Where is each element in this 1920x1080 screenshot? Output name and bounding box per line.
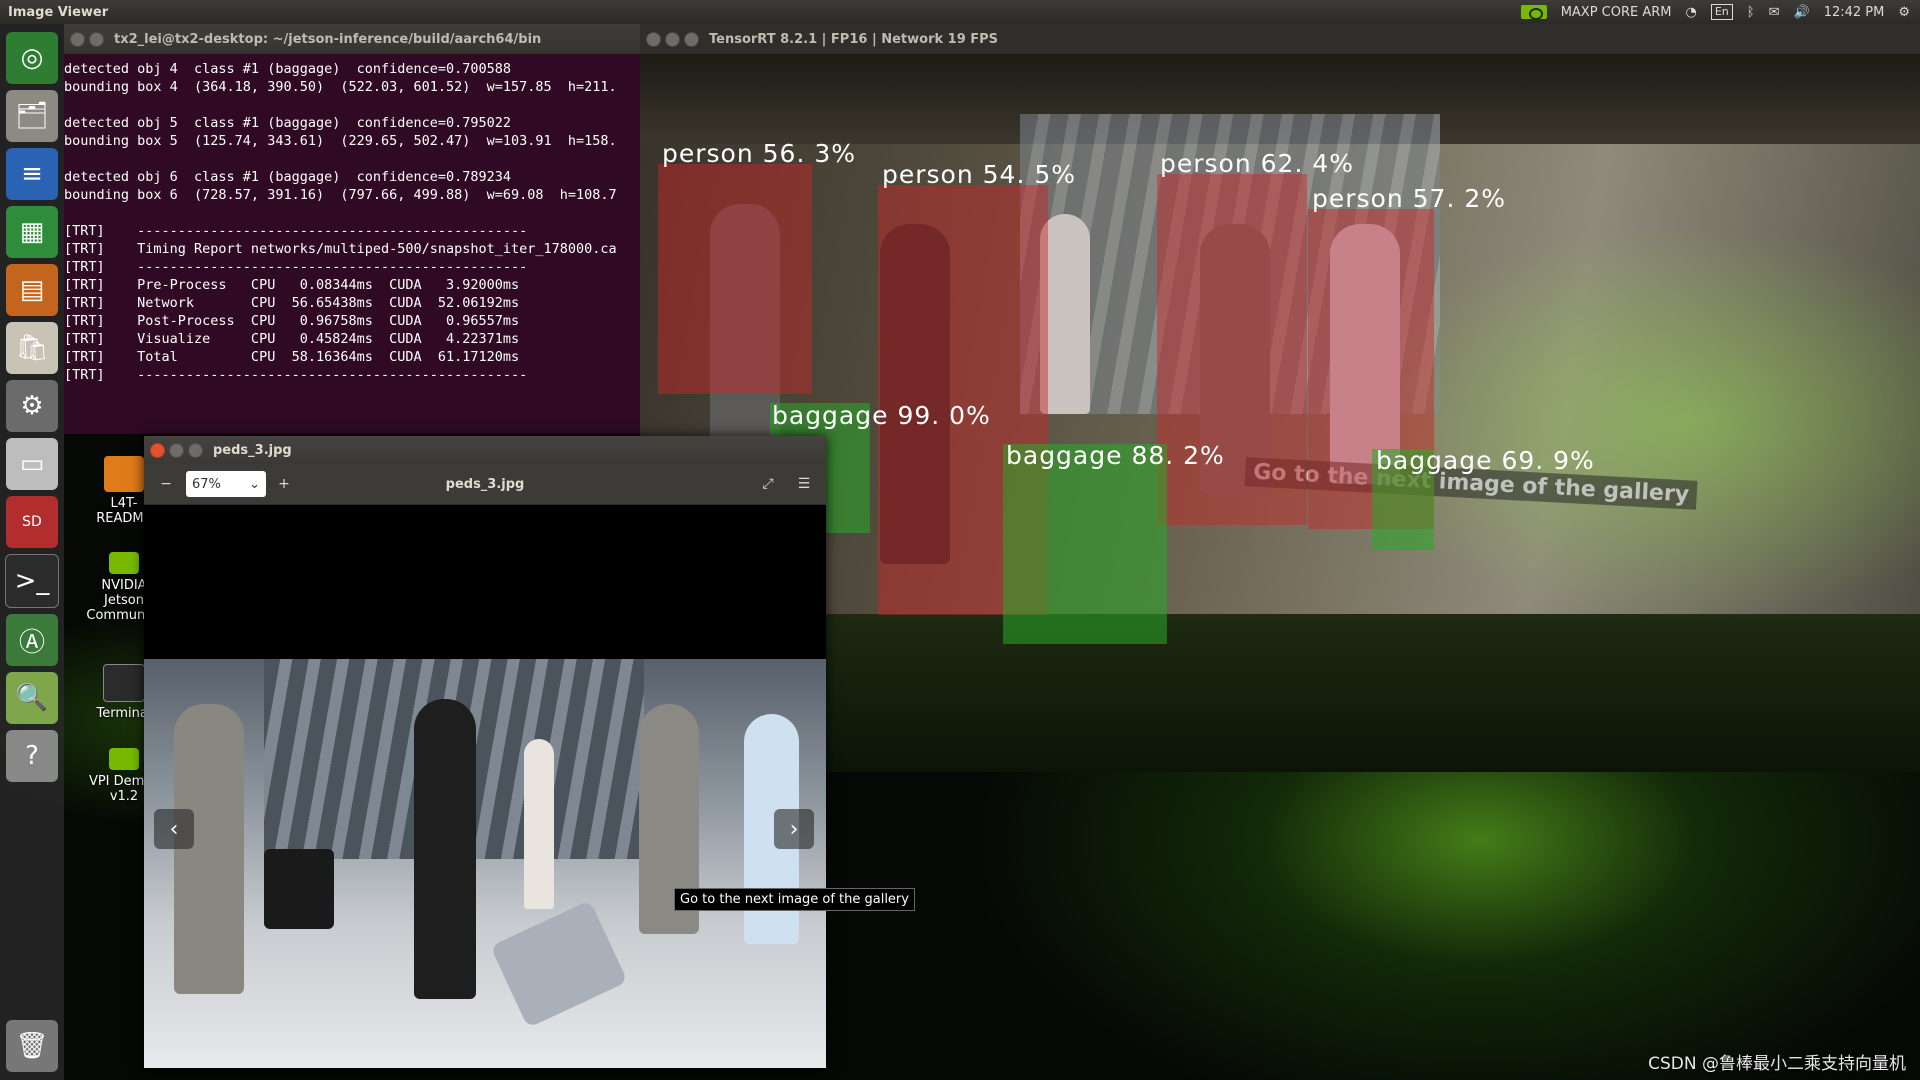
nvidia-logo-icon	[109, 748, 139, 770]
terminal-line: [TRT] ----------------------------------…	[64, 223, 528, 239]
nvidia-power-icon[interactable]	[1520, 5, 1547, 20]
nvidia-logo-icon	[109, 552, 139, 574]
terminal-line: [TRT] Visualize CPU 0.45824ms CUDA 4.223…	[64, 331, 520, 347]
terminal-line: bounding box 6 (728.57, 391.16) (797.66,…	[64, 187, 617, 203]
terminal-line: [TRT] Pre-Process CPU 0.08344ms CUDA 3.9…	[64, 277, 520, 293]
person-figure	[414, 699, 476, 999]
indicator-area: MAXP CORE ARM ◔ En ᛒ ✉ 🔊 12:42 PM ⚙	[1520, 4, 1920, 20]
zoom-value: 67%	[192, 476, 221, 492]
trash-icon[interactable]: 🗑	[6, 1020, 58, 1072]
close-icon[interactable]	[70, 31, 85, 47]
impress-icon[interactable]: ▤	[6, 264, 58, 316]
detection-label: baggage 69. 9%	[1376, 446, 1595, 475]
terminal-line: detected obj 4 class #1 (baggage) confid…	[64, 61, 512, 77]
terminal-line: detected obj 6 class #1 (baggage) confid…	[64, 169, 512, 185]
close-icon[interactable]	[646, 31, 661, 47]
detection-box-person	[1157, 174, 1307, 525]
watermark: CSDN @鲁棒最小二乘支持向量机	[1648, 1054, 1906, 1074]
minimize-icon[interactable]	[665, 31, 680, 47]
maximize-icon[interactable]	[684, 31, 699, 47]
detection-label: person 62. 4%	[1160, 149, 1355, 178]
terminal-line: [TRT] ----------------------------------…	[64, 259, 528, 275]
detection-box-person	[658, 164, 812, 394]
updater-icon[interactable]: Ⓐ	[6, 614, 58, 666]
clock[interactable]: 12:42 PM	[1824, 5, 1885, 20]
menu-button[interactable]: ☰	[792, 472, 816, 496]
zoom-out-button[interactable]: −	[154, 472, 178, 496]
active-app-title: Image Viewer	[8, 4, 109, 20]
calc-icon[interactable]: ▦	[6, 206, 58, 258]
tensorrt-titlebar[interactable]: TensorRT 8.2.1 | FP16 | Network 19 FPS	[640, 24, 1920, 54]
displayed-image: ‹ ›	[144, 659, 826, 1068]
minimize-icon[interactable]	[169, 442, 184, 458]
terminal-line: [TRT] ----------------------------------…	[64, 367, 528, 383]
keyboard-layout-indicator[interactable]: En	[1710, 4, 1733, 20]
viewer-titlebar[interactable]: peds_3.jpg	[144, 436, 826, 464]
previous-image-button[interactable]: ‹	[154, 809, 194, 849]
viewer-toolbar: − 67% ⌄ + peds_3.jpg ⤢ ☰	[144, 464, 826, 505]
zoom-in-button[interactable]: +	[272, 472, 296, 496]
volume-icon[interactable]: 🔊	[1794, 5, 1810, 20]
folder-icon	[104, 456, 144, 492]
tensorrt-title: TensorRT 8.2.1 | FP16 | Network 19 FPS	[709, 31, 999, 47]
terminal-line: [TRT] Timing Report networks/multiped-50…	[64, 241, 617, 257]
next-image-button[interactable]: ›	[774, 809, 814, 849]
maximize-icon[interactable]	[188, 442, 203, 458]
image-viewer-window[interactable]: peds_3.jpg − 67% ⌄ + peds_3.jpg ⤢ ☰ ‹ ›	[144, 436, 826, 1070]
software-icon[interactable]: 🛍	[6, 322, 58, 374]
wifi-icon[interactable]: ◔	[1686, 5, 1697, 20]
writer-icon[interactable]: ≡	[6, 148, 58, 200]
photo-suitcase	[264, 849, 334, 929]
detection-label: person 54. 5%	[882, 160, 1077, 189]
person-figure	[524, 739, 554, 909]
terminal-icon	[103, 664, 145, 702]
viewer-title: peds_3.jpg	[213, 442, 292, 458]
terminal-line: bounding box 5 (125.74, 343.61) (229.65,…	[64, 133, 617, 149]
terminal-output[interactable]: detected obj 4 class #1 (baggage) confid…	[64, 54, 640, 384]
top-panel: Image Viewer MAXP CORE ARM ◔ En ᛒ ✉ 🔊 12…	[0, 0, 1920, 24]
tensorrt-window[interactable]: TensorRT 8.2.1 | FP16 | Network 19 FPS G…	[640, 24, 1920, 772]
detection-label: person 56. 3%	[662, 139, 857, 168]
close-icon[interactable]	[150, 442, 165, 458]
scene-desk	[640, 614, 1920, 772]
image-viewer-icon[interactable]: 🔍	[6, 672, 58, 724]
power-mode-label[interactable]: MAXP CORE ARM	[1561, 5, 1672, 20]
ubuntu-dash-icon[interactable]: ◎	[6, 32, 58, 84]
settings-icon[interactable]: ⚙	[6, 380, 58, 432]
files-icon[interactable]: 🗂	[6, 90, 58, 142]
bluetooth-icon[interactable]: ᛒ	[1747, 5, 1755, 20]
sd-card-icon[interactable]: SD	[6, 496, 58, 548]
zoom-select[interactable]: 67% ⌄	[186, 471, 266, 497]
detection-box-baggage	[1003, 444, 1167, 644]
help-icon[interactable]: ?	[6, 730, 58, 782]
detection-label: person 57. 2%	[1312, 184, 1507, 213]
launcher: ◎ 🗂 ≡ ▦ ▤ 🛍 ⚙ ▭ SD >_ Ⓐ 🔍 ? 🗑	[0, 24, 64, 1080]
drive-icon[interactable]: ▭	[6, 438, 58, 490]
terminal-window[interactable]: tx2_lei@tx2-desktop: ~/jetson-inference/…	[64, 24, 640, 434]
mail-icon[interactable]: ✉	[1769, 5, 1780, 20]
photo-suitcase	[490, 899, 628, 1029]
terminal-title: tx2_lei@tx2-desktop: ~/jetson-inference/…	[114, 31, 542, 47]
next-image-tooltip: Go to the next image of the gallery	[674, 888, 915, 911]
fullscreen-button[interactable]: ⤢	[756, 472, 780, 496]
terminal-line: [TRT] Network CPU 56.65438ms CUDA 52.061…	[64, 295, 520, 311]
gear-icon[interactable]: ⚙	[1898, 5, 1910, 20]
detection-label: baggage 99. 0%	[772, 401, 991, 430]
person-figure	[174, 704, 244, 994]
detection-label: baggage 88. 2%	[1006, 441, 1225, 470]
terminal-line: [TRT] Total CPU 58.16364ms CUDA 61.17120…	[64, 349, 520, 365]
terminal-line: [TRT] Post-Process CPU 0.96758ms CUDA 0.…	[64, 313, 520, 329]
chevron-down-icon: ⌄	[249, 476, 260, 492]
terminal-line: bounding box 4 (364.18, 390.50) (522.03,…	[64, 79, 617, 95]
terminal-icon[interactable]: >_	[5, 554, 59, 608]
terminal-line: detected obj 5 class #1 (baggage) confid…	[64, 115, 512, 131]
camera-feed: Go to the next image of the gallery pers…	[640, 54, 1920, 772]
terminal-titlebar[interactable]: tx2_lei@tx2-desktop: ~/jetson-inference/…	[64, 24, 640, 54]
minimize-icon[interactable]	[89, 31, 104, 47]
